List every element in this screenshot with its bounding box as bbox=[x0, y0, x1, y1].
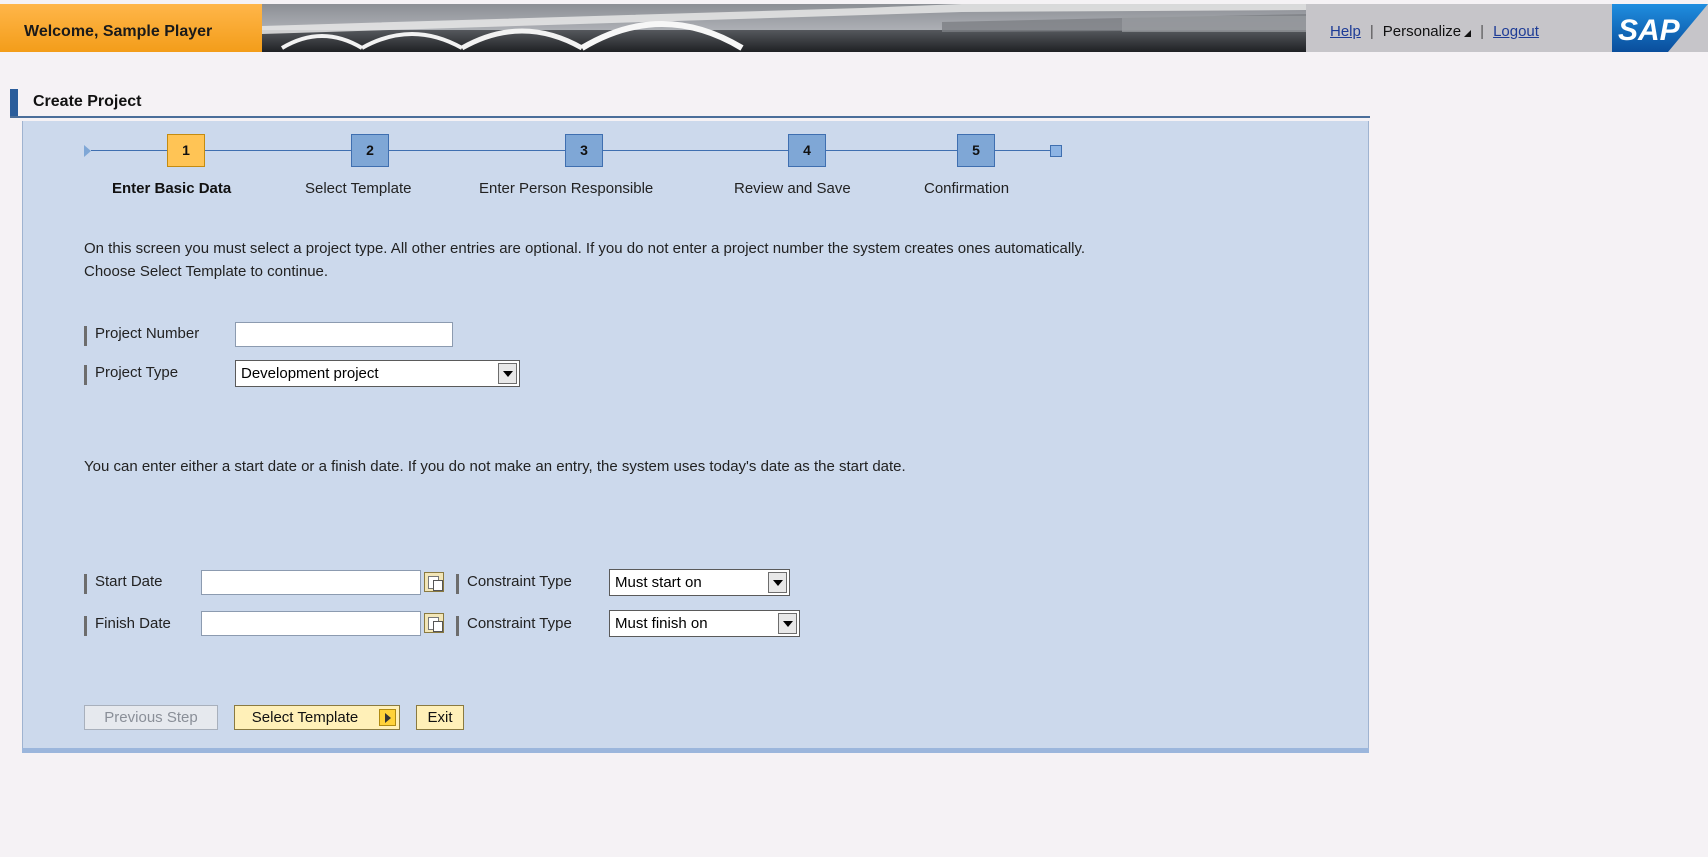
project-type-label: Project Type bbox=[84, 364, 178, 385]
start-date-label: Start Date bbox=[84, 573, 163, 594]
finish-date-label: Finish Date bbox=[84, 615, 171, 636]
roadmap-step-2-label[interactable]: Select Template bbox=[305, 180, 411, 197]
project-number-label: Project Number bbox=[84, 325, 199, 346]
sap-logo: SAP bbox=[1612, 4, 1708, 52]
finish-constraint-value: Must finish on bbox=[615, 615, 708, 632]
calendar-icon[interactable] bbox=[424, 613, 444, 633]
top-header: Welcome, Sample Player Help | Personaliz… bbox=[0, 0, 1708, 57]
panel-bottom-border bbox=[22, 748, 1369, 753]
header-links: Help | Personalize | Logout bbox=[1330, 4, 1539, 52]
roadmap-step-4-label[interactable]: Review and Save bbox=[734, 180, 851, 197]
roadmap-start-icon bbox=[84, 145, 91, 157]
roadmap-step-5[interactable]: 5 bbox=[957, 134, 995, 167]
title-underline bbox=[10, 116, 1370, 118]
intro-line-2: Choose Select Template to continue. bbox=[84, 263, 329, 280]
title-marker bbox=[10, 89, 18, 116]
intro-text: On this screen you must select a project… bbox=[84, 237, 1085, 283]
intro-line-1: On this screen you must select a project… bbox=[84, 240, 1086, 257]
finish-date-input[interactable] bbox=[201, 611, 421, 636]
header-banner-image bbox=[262, 4, 1306, 52]
logout-link[interactable]: Logout bbox=[1493, 23, 1539, 40]
start-constraint-select[interactable]: Must start on bbox=[609, 569, 790, 596]
calendar-icon[interactable] bbox=[424, 572, 444, 592]
welcome-text: Welcome, Sample Player bbox=[0, 4, 262, 52]
separator: | bbox=[1480, 23, 1485, 40]
page-title: Create Project bbox=[33, 93, 142, 110]
dropdown-arrow-icon[interactable] bbox=[768, 572, 787, 593]
sap-logo-text: SAP bbox=[1618, 14, 1681, 47]
personalize-label: Personalize bbox=[1382, 23, 1462, 40]
arrow-right-icon bbox=[379, 709, 396, 726]
header-tools: Help | Personalize | Logout SAP bbox=[1306, 4, 1708, 52]
roadmap-step-1-label[interactable]: Enter Basic Data bbox=[112, 180, 231, 197]
select-template-button[interactable]: Select Template bbox=[234, 705, 400, 730]
help-link[interactable]: Help bbox=[1330, 23, 1361, 40]
dropdown-caret-icon bbox=[1464, 30, 1472, 37]
previous-step-button[interactable]: Previous Step bbox=[84, 705, 218, 730]
project-type-value: Development project bbox=[241, 365, 379, 382]
page-title-bar: Create Project bbox=[10, 87, 1370, 118]
exit-button[interactable]: Exit bbox=[416, 705, 464, 730]
roadmap-end-icon bbox=[1050, 145, 1062, 157]
select-template-label: Select Template bbox=[251, 709, 359, 726]
personalize-menu[interactable]: Personalize bbox=[1382, 23, 1472, 40]
roadmap-step-4[interactable]: 4 bbox=[788, 134, 826, 167]
dropdown-arrow-icon[interactable] bbox=[498, 363, 517, 384]
separator: | bbox=[1369, 23, 1374, 40]
date-info-text: You can enter either a start date or a f… bbox=[84, 458, 906, 475]
roadmap-step-1[interactable]: 1 bbox=[167, 134, 205, 167]
start-constraint-value: Must start on bbox=[615, 574, 702, 591]
finish-constraint-select[interactable]: Must finish on bbox=[609, 610, 800, 637]
roadmap-step-5-label[interactable]: Confirmation bbox=[924, 180, 1009, 197]
start-constraint-label: Constraint Type bbox=[456, 573, 572, 594]
dropdown-arrow-icon[interactable] bbox=[778, 613, 797, 634]
start-date-input[interactable] bbox=[201, 570, 421, 595]
project-number-input[interactable] bbox=[235, 322, 453, 347]
roadmap-step-3-label[interactable]: Enter Person Responsible bbox=[479, 180, 653, 197]
roadmap-step-2[interactable]: 2 bbox=[351, 134, 389, 167]
main-panel bbox=[22, 121, 1369, 751]
finish-constraint-label: Constraint Type bbox=[456, 615, 572, 636]
project-type-select[interactable]: Development project bbox=[235, 360, 520, 387]
roadmap-step-3[interactable]: 3 bbox=[565, 134, 603, 167]
